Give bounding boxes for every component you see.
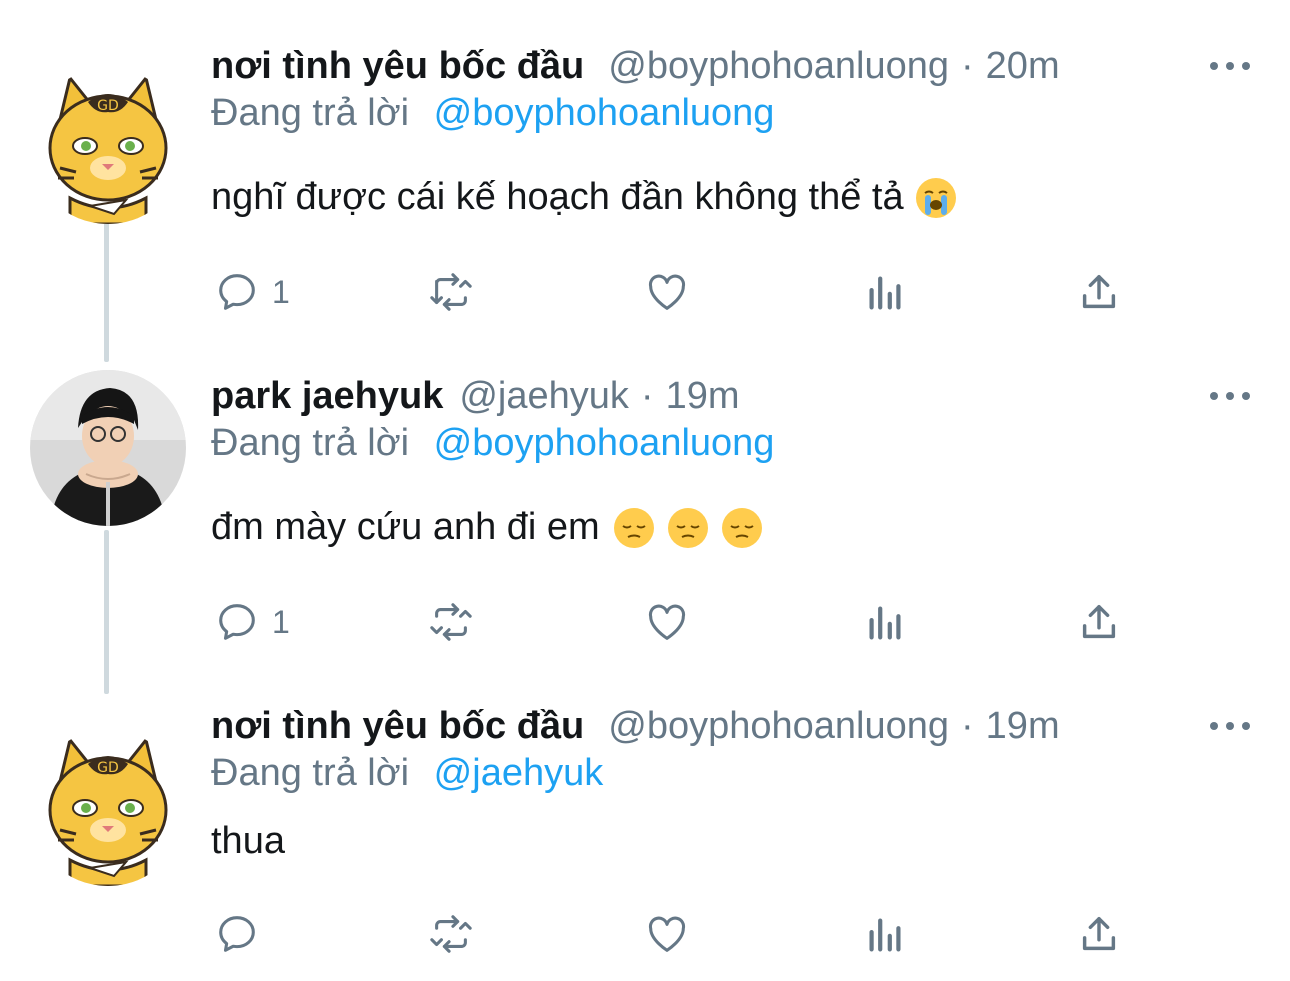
retweet-button[interactable] (428, 910, 474, 958)
more-options-icon[interactable] (1210, 48, 1250, 84)
share-button[interactable] (1076, 268, 1122, 316)
heart-icon (648, 274, 686, 310)
analytics-button[interactable] (862, 598, 908, 646)
display-name[interactable]: nơi tình yêu bốc đầu (211, 705, 584, 748)
mention-link[interactable]: @boyphohoanluong (434, 92, 775, 134)
separator: · (961, 704, 974, 747)
reply-count: 1 (272, 273, 290, 310)
tweet-actions: 1 (0, 268, 1290, 316)
share-icon (1082, 604, 1116, 639)
user-handle[interactable]: @boyphohoanluong (608, 45, 949, 88)
retweet-icon (430, 915, 472, 953)
more-options-icon[interactable] (1210, 378, 1250, 414)
reply-button[interactable]: 1 (214, 268, 290, 316)
share-button[interactable] (1076, 910, 1122, 958)
avatar[interactable]: GD (30, 68, 186, 224)
like-button[interactable] (644, 910, 690, 958)
reply-icon (219, 274, 255, 310)
reply-icon (219, 604, 255, 640)
share-icon (1082, 274, 1116, 309)
more-options-icon[interactable] (1210, 708, 1250, 744)
avatar[interactable] (30, 370, 186, 526)
retweet-icon (430, 603, 472, 641)
like-button[interactable] (644, 268, 690, 316)
tweet[interactable]: GD nơi tình yêu bốc đầu @boyphohoanluong… (0, 40, 1290, 340)
analytics-icon (869, 918, 901, 952)
user-handle[interactable]: @boyphohoanluong (608, 705, 949, 748)
replying-to-label: Đang trả lời (211, 422, 410, 464)
analytics-icon (869, 606, 901, 640)
pensive-face-icon (667, 507, 708, 548)
analytics-icon (869, 276, 901, 310)
tweet-text-content: thua (211, 820, 285, 862)
like-button[interactable] (644, 598, 690, 646)
avatar[interactable]: GD (30, 730, 186, 886)
tweet-text: nghĩ được cái kế hoạch đần không thể tả (211, 176, 956, 219)
pensive-face-icon (721, 507, 762, 548)
loudly-crying-face-icon (915, 177, 956, 218)
display-name[interactable]: park jaehyuk (211, 375, 443, 418)
tweet-text: thua (211, 820, 285, 863)
tweet-text-content: đm mày cứu anh đi em (211, 506, 600, 548)
heart-icon (648, 916, 686, 952)
tweet-header: nơi tình yêu bốc đầu @boyphohoanluong · … (211, 700, 1250, 752)
analytics-button[interactable] (862, 910, 908, 958)
mention-link[interactable]: @jaehyuk (434, 752, 604, 794)
heart-icon (648, 604, 686, 640)
tweet-text-content: nghĩ được cái kế hoạch đần không thể tả (211, 176, 904, 218)
person-photo-icon (30, 370, 186, 526)
mention-link[interactable]: @boyphohoanluong (434, 422, 775, 464)
timestamp[interactable]: 19m (986, 705, 1060, 748)
reply-count: 1 (272, 603, 290, 640)
tweet-header: park jaehyuk @jaehyuk · 19m (211, 370, 1250, 422)
reply-icon (219, 916, 255, 952)
tiger-avatar-icon: GD (30, 730, 186, 886)
retweet-icon (430, 273, 472, 311)
reply-button[interactable]: 1 (214, 598, 290, 646)
display-name[interactable]: nơi tình yêu bốc đầu (211, 45, 584, 88)
svg-text:GD: GD (97, 760, 119, 776)
timestamp[interactable]: 20m (986, 45, 1060, 88)
pensive-face-icon (613, 507, 654, 548)
analytics-button[interactable] (862, 268, 908, 316)
tweet-text: đm mày cứu anh đi em (211, 506, 762, 549)
share-icon (1082, 916, 1116, 951)
replying-to: Đang trả lời @jaehyuk (211, 752, 603, 795)
replying-to-label: Đang trả lời (211, 752, 410, 794)
separator: · (640, 374, 654, 417)
timestamp[interactable]: 19m (666, 375, 740, 418)
replying-to: Đang trả lời @boyphohoanluong (211, 92, 774, 135)
share-button[interactable] (1076, 598, 1122, 646)
tweet-header: nơi tình yêu bốc đầu @boyphohoanluong · … (211, 40, 1250, 92)
tweet-actions (0, 910, 1290, 958)
reply-button[interactable] (214, 910, 272, 958)
replying-to: Đang trả lời @boyphohoanluong (211, 422, 774, 465)
tweet[interactable]: park jaehyuk @jaehyuk · 19m Đang trả lời… (0, 370, 1290, 670)
user-handle[interactable]: @jaehyuk (459, 375, 629, 418)
replying-to-label: Đang trả lời (211, 92, 410, 134)
tweet-actions: 1 (0, 598, 1290, 646)
retweet-button[interactable] (428, 268, 474, 316)
tiger-avatar-icon: GD (30, 68, 186, 224)
svg-text:GD: GD (97, 98, 119, 114)
tweet[interactable]: GD nơi tình yêu bốc đầu @boyphohoanluong… (0, 700, 1290, 970)
separator: · (961, 44, 974, 87)
retweet-button[interactable] (428, 598, 474, 646)
